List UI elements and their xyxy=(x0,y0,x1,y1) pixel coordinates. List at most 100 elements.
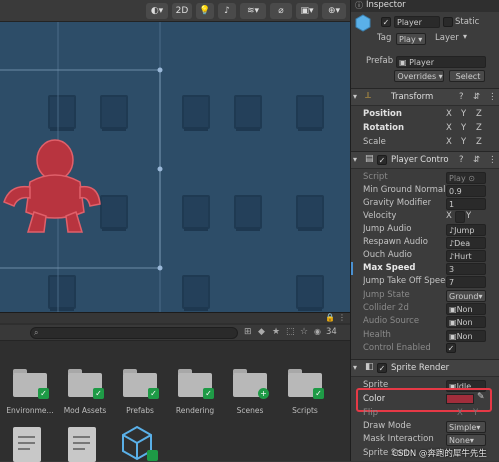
2d-toggle-button[interactable]: 2D xyxy=(172,3,192,19)
respawn-audio-field[interactable]: ♪Dea xyxy=(446,237,486,249)
player-controller-title: Player Contro xyxy=(391,155,449,165)
package-icon[interactable]: ⬚ xyxy=(286,327,295,337)
jump-take-off-speed-field[interactable]: 7 xyxy=(446,276,486,288)
velocity-x[interactable]: X xyxy=(446,210,452,223)
foldout-arrow-icon[interactable]: ▾ xyxy=(353,363,357,372)
player-sprite[interactable] xyxy=(0,132,110,242)
folder-icon[interactable]: + xyxy=(233,369,269,399)
folder-label[interactable]: Mod Assets xyxy=(57,406,113,415)
component-menu-icon[interactable]: ⋮ xyxy=(488,92,497,102)
sprite-renderer-title: Sprite Render xyxy=(391,363,450,373)
transform-header[interactable]: ▾ ⟂ Transform ? ⇵ ⋮ xyxy=(351,88,499,106)
transform-icon: ⟂ xyxy=(365,91,372,101)
presets-icon[interactable]: ⇵ xyxy=(473,155,480,165)
folder-icon[interactable]: ✓ xyxy=(288,369,324,399)
sprite-renderer-icon: ◧ xyxy=(365,362,374,372)
hidden-packages-icon[interactable]: ◉ xyxy=(314,327,321,336)
sprite-renderer-header[interactable]: ▾ ◧ ✓ Sprite Render xyxy=(351,359,499,377)
component-enabled-checkbox[interactable]: ✓ xyxy=(377,363,387,373)
min-ground-normal-field[interactable]: 0.9 xyxy=(446,185,486,197)
collider-2d-field[interactable]: ▣Non xyxy=(446,303,486,315)
filter-by-label-icon[interactable]: ◆ xyxy=(258,327,265,337)
gizmos-icon[interactable]: ⊕▾ xyxy=(322,3,346,19)
flip-x[interactable]: X xyxy=(457,407,463,420)
draw-mode-dropdown[interactable]: Simple▾ xyxy=(446,421,486,433)
gravity-modifier-field[interactable]: 1 xyxy=(446,198,486,210)
position-y[interactable]: Y xyxy=(461,108,466,121)
player-controller-header[interactable]: ▾ ▤ ✓ Player Contro ? ⇵ ⋮ xyxy=(351,151,499,169)
prefab-cube-icon[interactable] xyxy=(121,425,159,462)
scene-view[interactable]: ◐▾ 2D 💡 ♪ ≋▾ ⌀ ▣▾ ⊕▾ xyxy=(0,0,350,312)
effects-icon[interactable]: ≋▾ xyxy=(240,3,266,19)
folder-icon[interactable]: ✓ xyxy=(178,369,214,399)
component-menu-icon[interactable]: ⋮ xyxy=(488,155,497,165)
static-label: Static xyxy=(455,17,480,27)
script-file-icon[interactable] xyxy=(68,427,96,462)
mask-interaction-dropdown[interactable]: None▾ xyxy=(446,434,486,446)
object-name-field[interactable]: Player xyxy=(394,16,440,28)
folder-icon[interactable]: ✓ xyxy=(123,369,159,399)
lock-icon[interactable]: 🔒 xyxy=(325,313,335,322)
rotation-y[interactable]: Y xyxy=(461,122,466,135)
position-x[interactable]: X xyxy=(446,108,452,121)
component-enabled-checkbox[interactable]: ✓ xyxy=(377,155,387,165)
help-icon[interactable]: ? xyxy=(459,155,464,165)
tag-dropdown[interactable]: Play ▾ xyxy=(396,33,426,45)
position-z[interactable]: Z xyxy=(476,108,482,121)
checkmark-icon: ✓ xyxy=(203,388,214,399)
flip-y[interactable]: Y xyxy=(473,407,478,420)
select-button[interactable]: Select xyxy=(449,70,485,82)
folder-label[interactable]: Prefabs xyxy=(112,406,168,415)
folder-icon[interactable]: ✓ xyxy=(13,369,49,399)
jump-audio-label: Jump Audio xyxy=(363,224,412,234)
rotation-x[interactable]: X xyxy=(446,122,452,135)
draw-mode-label: Draw Mode xyxy=(363,421,412,431)
prefab-field[interactable]: ▣ Player xyxy=(396,56,486,68)
inspector-tab-title[interactable]: Inspector xyxy=(366,0,406,10)
eyedropper-icon[interactable]: ✎ xyxy=(477,392,485,402)
health-field[interactable]: ▣Non xyxy=(446,330,486,342)
folder-icon[interactable]: ✓ xyxy=(68,369,104,399)
folder-label[interactable]: Scripts xyxy=(277,406,333,415)
scale-y[interactable]: Y xyxy=(461,136,466,149)
velocity-x-field[interactable] xyxy=(455,211,465,223)
filter-by-type-icon[interactable]: ⊞ xyxy=(244,327,252,337)
checkmark-icon: ✓ xyxy=(148,388,159,399)
project-panel-header: 🔒 ⋮ xyxy=(0,313,350,323)
help-icon[interactable]: ? xyxy=(459,92,464,102)
audio-icon[interactable]: ♪ xyxy=(218,3,236,19)
saved-search-icon[interactable]: ★ xyxy=(272,327,280,337)
audio-source-field[interactable]: ▣Non xyxy=(446,316,486,328)
menu-icon[interactable]: ⋮ xyxy=(338,313,346,322)
foldout-arrow-icon[interactable]: ▾ xyxy=(353,155,357,164)
color-swatch[interactable] xyxy=(446,394,474,404)
jump-state-dropdown[interactable]: Ground▾ xyxy=(446,290,486,302)
folder-label[interactable]: Rendering xyxy=(167,406,223,415)
control-enabled-checkbox[interactable]: ✓ xyxy=(446,343,456,353)
chevron-down-icon[interactable]: ▾ xyxy=(463,32,467,41)
rotation-z[interactable]: Z xyxy=(476,122,482,135)
scale-x[interactable]: X xyxy=(446,136,452,149)
velocity-label: Velocity xyxy=(363,211,397,221)
lighting-icon[interactable]: 💡 xyxy=(196,3,214,19)
overrides-dropdown[interactable]: Overrides ▾ xyxy=(394,70,444,82)
hidden-objects-icon[interactable]: ⌀ xyxy=(270,3,292,19)
foldout-arrow-icon[interactable]: ▾ xyxy=(353,92,357,101)
max-speed-field[interactable]: 3 xyxy=(446,263,486,275)
static-checkbox[interactable] xyxy=(443,17,453,27)
folder-label[interactable]: Environme... xyxy=(2,406,58,415)
script-file-icon[interactable] xyxy=(13,427,41,462)
project-search-input[interactable]: ⌕ xyxy=(30,327,238,339)
favorite-icon[interactable]: ☆ xyxy=(300,327,308,337)
scale-z[interactable]: Z xyxy=(476,136,482,149)
jump-audio-field[interactable]: ♪Jump xyxy=(446,224,486,236)
folder-label[interactable]: Scenes xyxy=(222,406,278,415)
collider-2d-label: Collider 2d xyxy=(363,303,409,313)
presets-icon[interactable]: ⇵ xyxy=(473,92,480,102)
draw-mode-icon[interactable]: ◐▾ xyxy=(146,3,168,19)
ouch-audio-field[interactable]: ♪Hurt xyxy=(446,250,486,262)
transform-title: Transform xyxy=(391,92,434,102)
scene-camera-icon[interactable]: ▣▾ xyxy=(296,3,318,19)
active-checkbox[interactable]: ✓ xyxy=(381,17,391,27)
velocity-y[interactable]: Y xyxy=(466,210,471,223)
